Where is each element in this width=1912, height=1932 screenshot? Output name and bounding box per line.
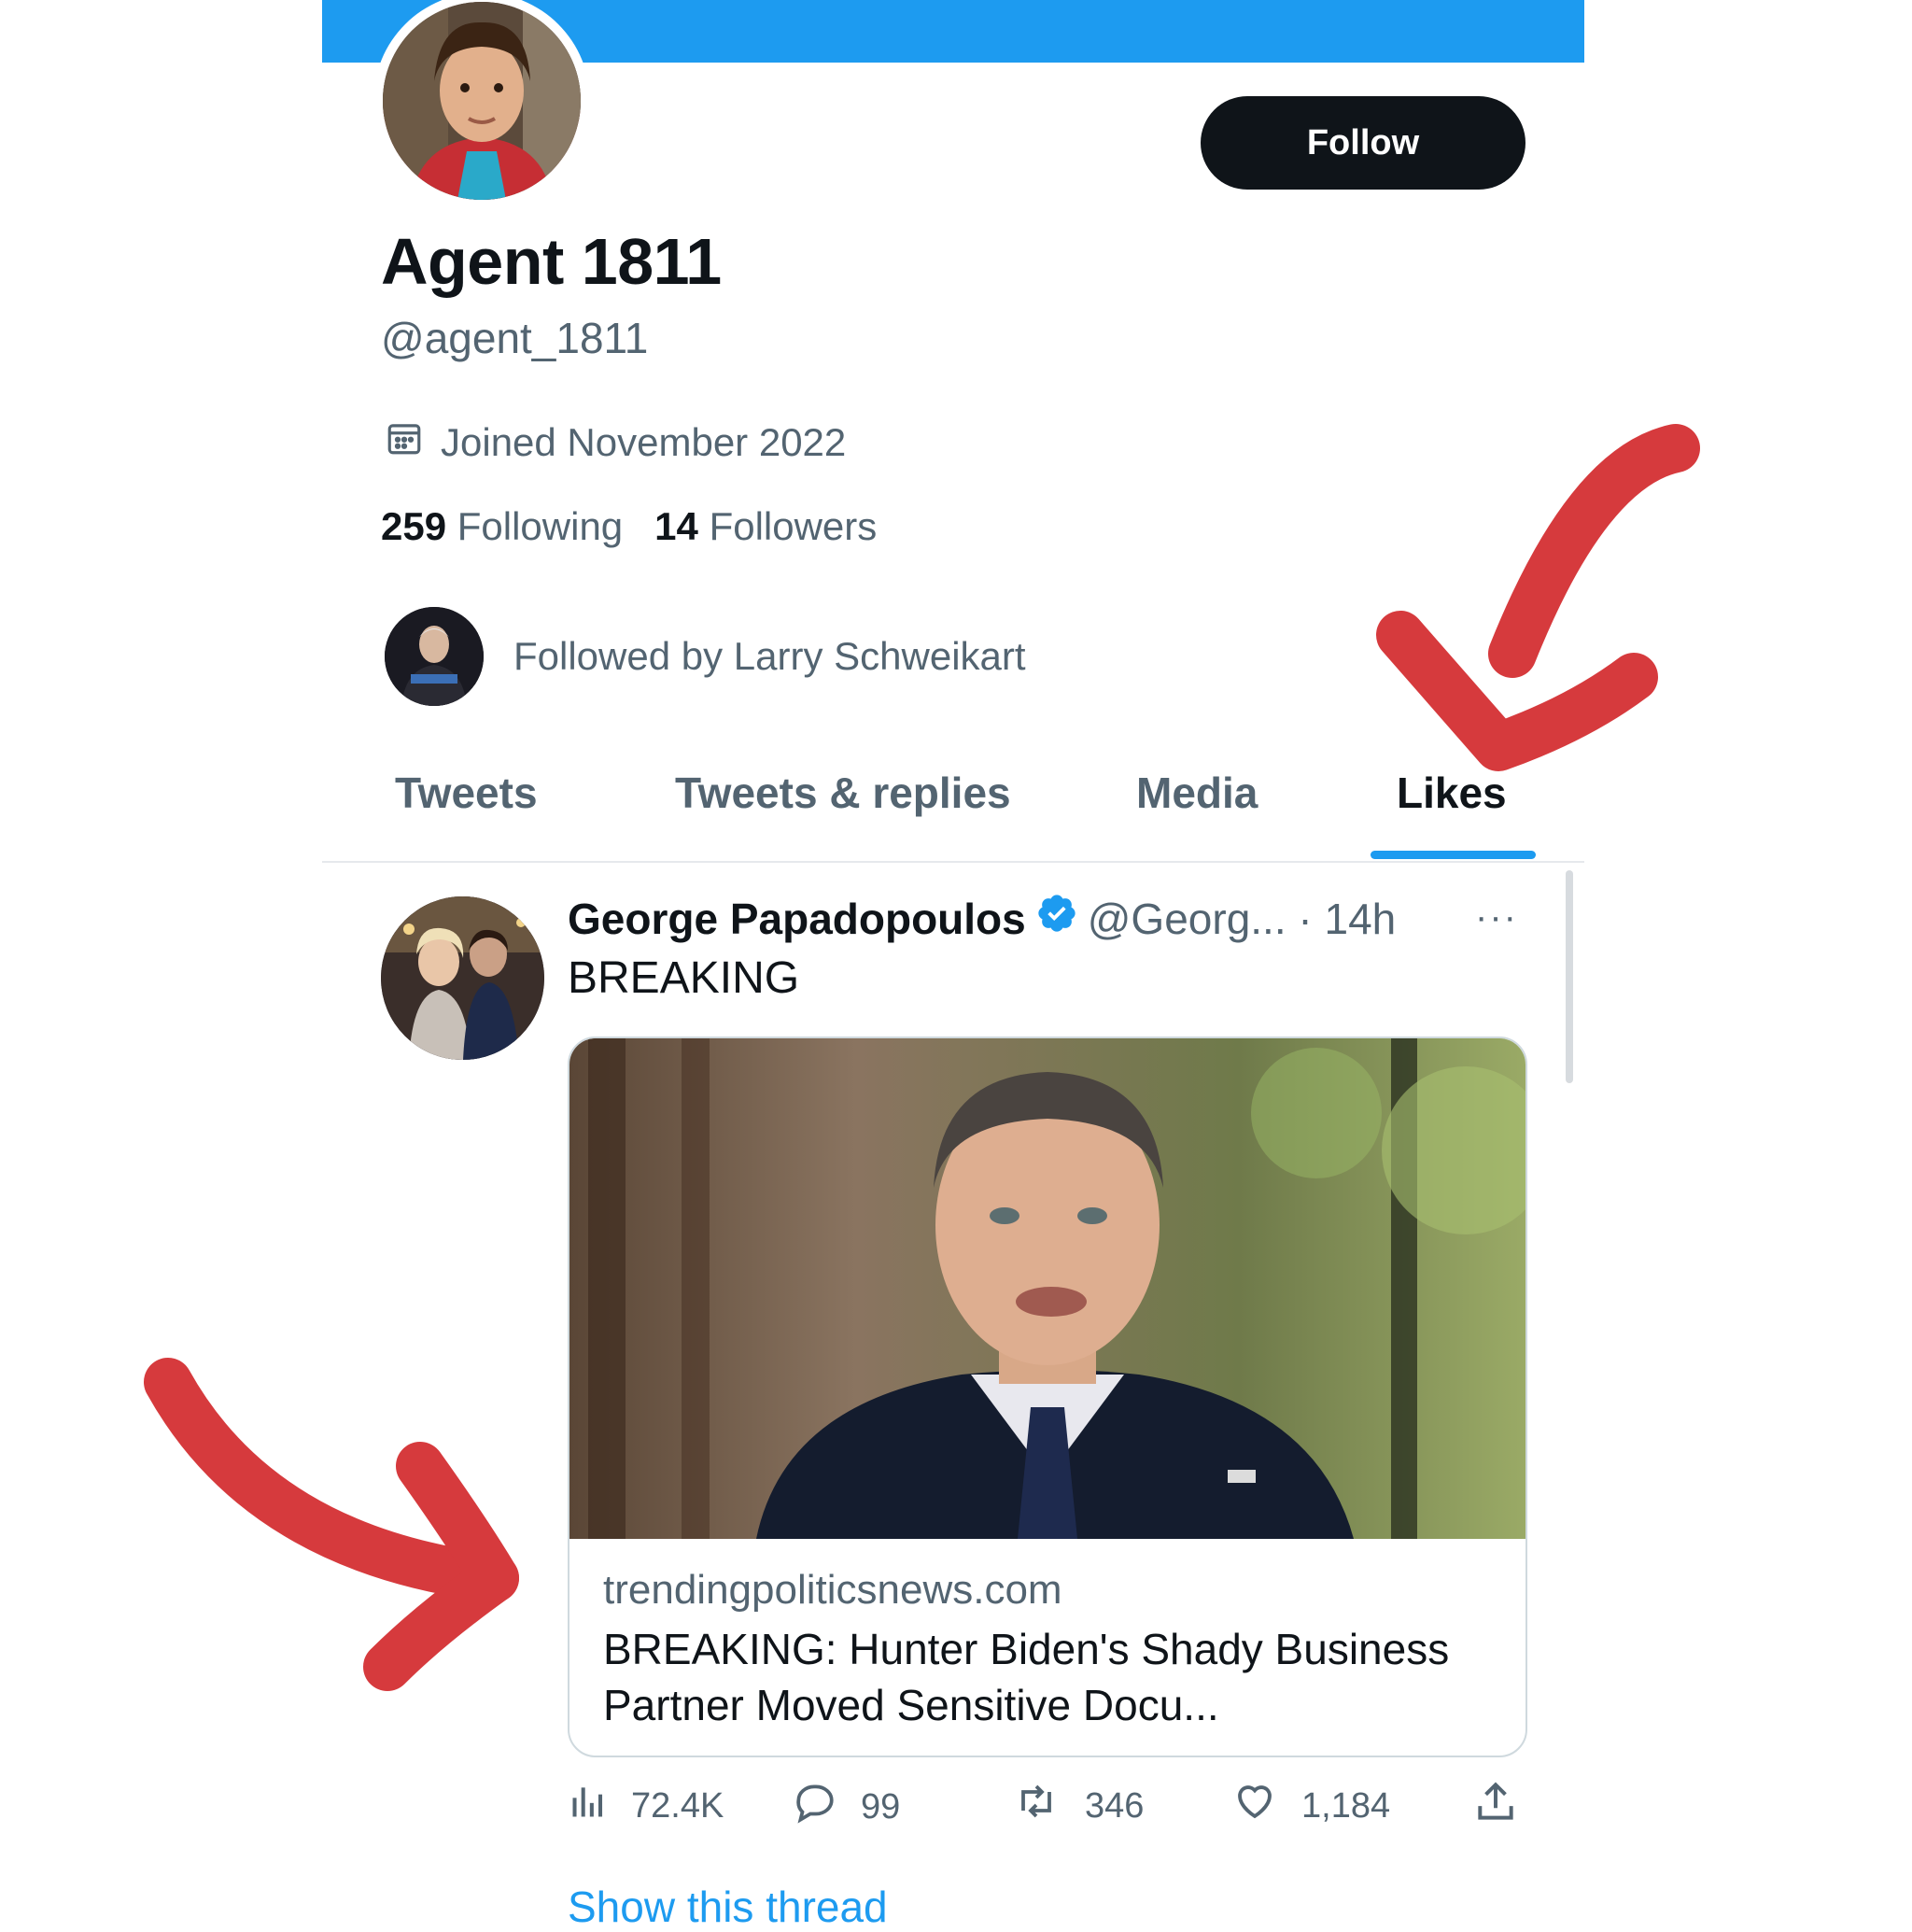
annotation-arrow-card [144,1358,519,1691]
annotation-arrow-likes [1376,424,1700,771]
tweet-actions: 72.4K 99 346 1,184 [568,1779,1539,1844]
profile-avatar[interactable] [383,2,581,200]
active-tab-indicator [1371,851,1536,859]
retweet-count: 346 [1085,1785,1145,1826]
reply-icon [790,1779,838,1835]
tweet-text: BREAKING [568,953,800,1003]
like-button[interactable]: 1,184 [1230,1779,1390,1833]
tab-tweets-replies[interactable]: Tweets & replies [675,768,1011,818]
tab-tweets[interactable]: Tweets [395,768,538,818]
calendar-icon [385,418,424,467]
following-link[interactable]: 259 Following [381,504,623,549]
reply-button[interactable]: 99 [790,1779,900,1835]
tweet-author-avatar[interactable] [381,896,544,1060]
tweet-header: George Papadopoulos @Georg... · 14h [568,892,1396,945]
follow-stats: 259 Following 14 Followers [381,504,877,549]
tab-media[interactable]: Media [1136,768,1258,818]
retweet-icon [1010,1779,1062,1833]
retweet-button[interactable]: 346 [1010,1779,1144,1833]
followers-link[interactable]: 14 Followers [654,504,877,549]
views-icon [568,1779,609,1833]
follower-avatar [385,607,484,706]
like-count: 1,184 [1301,1785,1391,1826]
scrollbar[interactable] [1566,870,1573,1083]
like-icon [1230,1779,1279,1833]
link-card[interactable]: trendingpoliticsnews.com BREAKING: Hunte… [568,1037,1527,1757]
tweet-meta: @Georg... · 14h [1087,894,1397,943]
followed-by-label: Followed by Larry Schweikart [513,634,1026,678]
card-image [569,1038,1525,1539]
profile-handle: @agent_1811 [381,314,649,362]
share-button[interactable] [1471,1779,1520,1835]
followed-by[interactable]: Followed by Larry Schweikart [385,607,1026,706]
card-title: BREAKING: Hunter Biden's Shady Business … [603,1625,1450,1729]
show-thread-link[interactable]: Show this thread [568,1882,888,1932]
card-domain: trendingpoliticsnews.com [603,1567,1062,1613]
display-name: Agent 1811 [381,225,722,298]
reply-count: 99 [861,1786,901,1826]
joined-label: Joined November 2022 [441,420,847,464]
verified-badge-icon [1035,892,1078,945]
joined-date: Joined November 2022 [385,418,846,467]
tweet-author-name[interactable]: George Papadopoulos [568,894,1026,944]
more-icon[interactable]: ··· [1475,896,1518,938]
follow-button[interactable]: Follow [1201,96,1525,190]
views-count: 72.4K [631,1785,724,1826]
share-icon [1471,1779,1520,1835]
views-button[interactable]: 72.4K [568,1779,724,1833]
